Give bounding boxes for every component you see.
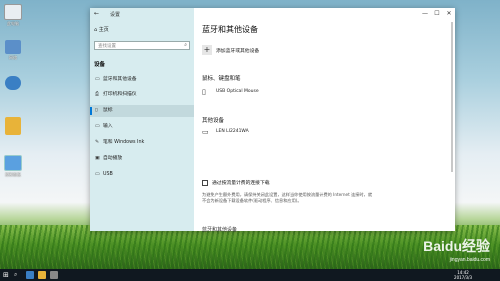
settings-search-input[interactable]: 查找设置 ⌕ [94, 41, 190, 50]
minimize-button[interactable]: — [419, 8, 431, 20]
usb-icon: ▭ [95, 172, 100, 177]
taskbar: ⊞ ⌕ 14:42 2017/3/3 [0, 269, 500, 281]
related-settings-cutoff: 蓝牙和其他设备 [202, 227, 238, 233]
desktop-icon-globe[interactable] [2, 76, 24, 91]
sidebar-item-usb[interactable]: ▭ USB [90, 169, 194, 181]
device-monitor[interactable]: LEN LI2241WA [216, 129, 249, 134]
home-icon: ⌂ [94, 27, 98, 33]
settings-window: ← 设置 ⌂ 主页 查找设置 ⌕ 设备 ▭ 蓝牙和其他设备 ⎙ 打印机和扫描仪 ▯ 鼠… [90, 8, 455, 233]
keyboard-icon: ▭ [95, 124, 100, 129]
folder-icon [5, 117, 21, 135]
plus-icon: + [203, 45, 211, 54]
device-usb-mouse[interactable]: USB Optical Mouse [216, 89, 259, 94]
bluetooth-icon: ▭ [95, 77, 100, 82]
window-title: 设置 [110, 12, 121, 18]
settings-sidebar: ← 设置 ⌂ 主页 查找设置 ⌕ 设备 ▭ 蓝牙和其他设备 ⎙ 打印机和扫描仪 ▯ 鼠… [90, 8, 194, 231]
settings-content: — ☐ ✕ 蓝牙和其他设备 + 添加蓝牙或其他设备 鼠标、键盘和笔 ▯ USB … [202, 8, 455, 233]
desktop-icon-network[interactable]: 网络 [2, 40, 24, 60]
computer-icon [4, 4, 22, 20]
page-title: 蓝牙和其他设备 [202, 25, 258, 34]
add-device-button[interactable]: + [202, 45, 212, 55]
taskbar-search-icon[interactable]: ⌕ [14, 271, 17, 279]
close-button[interactable]: ✕ [443, 8, 455, 20]
start-button[interactable]: ⊞ [3, 271, 9, 279]
taskbar-clock[interactable]: 14:42 2017/3/3 [454, 270, 472, 280]
autoplay-icon: ▣ [95, 156, 100, 161]
printer-icon: ⎙ [95, 92, 99, 97]
mouse-icon: ▯ [202, 88, 206, 96]
window-controls: — ☐ ✕ [419, 8, 455, 20]
desktop-icon-this-pc[interactable]: 此电脑 [2, 4, 24, 26]
back-arrow-icon[interactable]: ← [94, 10, 99, 17]
other-devices-section-title: 其他设备 [202, 118, 225, 124]
sidebar-item-autoplay[interactable]: ▣ 自动播放 [90, 153, 194, 165]
add-device-label[interactable]: 添加蓝牙或其他设备 [216, 47, 259, 54]
network-icon [5, 40, 21, 54]
maximize-button[interactable]: ☐ [431, 8, 443, 20]
watermark-url: jingyan.baidu.com [449, 257, 490, 263]
scrollbar[interactable] [451, 22, 453, 172]
sidebar-home[interactable]: ⌂ 主页 [94, 26, 109, 33]
desktop-icon-control-panel[interactable]: 控制面板 [2, 155, 24, 177]
sidebar-item-printers[interactable]: ⎙ 打印机和扫描仪 [90, 89, 194, 101]
mouse-icon: ▯ [95, 108, 98, 113]
sidebar-item-typing[interactable]: ▭ 输入 [90, 121, 194, 133]
sidebar-item-bluetooth[interactable]: ▭ 蓝牙和其他设备 [90, 74, 194, 86]
desktop-icon-folder[interactable] [2, 117, 24, 135]
taskbar-file-explorer-icon[interactable] [38, 271, 46, 279]
taskbar-task-view-icon[interactable] [26, 271, 34, 279]
taskbar-settings-icon[interactable] [50, 271, 58, 279]
sidebar-item-pen[interactable]: ✎ 笔和 Windows Ink [90, 137, 194, 149]
metered-download-description: 为避免产生额外费用，请保持关闭此设置，这样当你使用按流量计费的 Internet… [202, 192, 373, 203]
pen-icon: ✎ [95, 140, 100, 145]
monitor-icon: ▭ [202, 128, 209, 136]
metered-download-label: 通过按流量计费的连接下载 [212, 181, 270, 186]
search-icon: ⌕ [184, 42, 187, 48]
mouse-keyboard-section-title: 鼠标、键盘和笔 [202, 76, 241, 82]
sidebar-item-mouse[interactable]: ▯ 鼠标 [90, 105, 194, 117]
watermark-logo: Baidu经验 [423, 238, 490, 254]
metered-download-checkbox[interactable] [202, 180, 208, 186]
globe-icon [5, 76, 21, 90]
control-panel-icon [4, 155, 22, 171]
sidebar-section-title: 设备 [94, 62, 106, 68]
